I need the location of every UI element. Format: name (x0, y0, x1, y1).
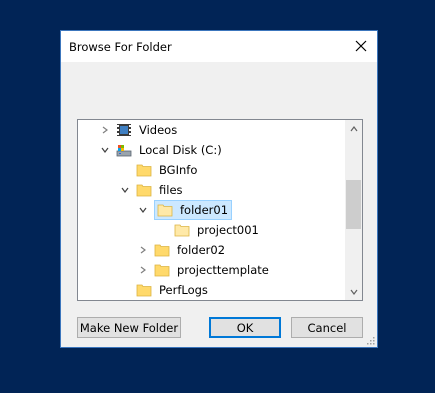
tree-item-files[interactable]: files (118, 180, 186, 200)
browse-for-folder-dialog: Browse For Folder Videos Local Disk (C:)… (60, 30, 378, 348)
tree-item-bginfo[interactable]: BGInfo (118, 160, 200, 180)
tree-item-label: Local Disk (C:) (139, 143, 222, 157)
selection-highlight: folder01 (154, 200, 233, 220)
tree-item-project001[interactable]: project001 (156, 220, 262, 240)
tree-item-label: Videos (139, 123, 178, 137)
folder-icon (154, 242, 170, 258)
title-bar[interactable]: Browse For Folder (61, 31, 377, 62)
tree-item-label: project001 (197, 223, 259, 237)
chevron-right-icon[interactable] (136, 260, 150, 280)
scroll-down-button[interactable] (345, 283, 362, 300)
tree-item-label: projecttemplate (177, 263, 269, 277)
folder-icon (136, 182, 152, 198)
tree-item-local-disk[interactable]: Local Disk (C:) (98, 140, 225, 160)
close-icon (355, 40, 367, 52)
tree-item-label: folder02 (177, 243, 226, 257)
make-new-folder-button[interactable]: Make New Folder (77, 317, 181, 338)
folder-icon (174, 222, 190, 238)
tree-item-perflogs[interactable]: PerfLogs (118, 280, 211, 300)
tree-item-label: folder01 (180, 203, 229, 217)
tree-item-projecttemplate[interactable]: projecttemplate (136, 260, 272, 280)
tree-item-label: files (159, 183, 183, 197)
dialog-title: Browse For Folder (69, 40, 172, 54)
folder-icon (136, 162, 152, 178)
folder-open-icon (157, 202, 173, 218)
cancel-label: Cancel (307, 320, 347, 335)
tree-item-videos[interactable]: Videos (98, 120, 180, 140)
chevron-right-icon[interactable] (136, 240, 150, 260)
vertical-scrollbar[interactable] (345, 120, 362, 300)
scroll-thumb[interactable] (346, 180, 361, 229)
drive-icon (116, 142, 132, 158)
make-new-folder-label: Make New Folder (79, 320, 179, 335)
chevron-down-icon (350, 289, 357, 295)
videos-icon (116, 122, 132, 138)
chevron-down-icon[interactable] (118, 180, 132, 200)
folder-icon (136, 282, 152, 298)
scroll-up-button[interactable] (345, 120, 362, 137)
chevron-down-icon[interactable] (136, 200, 150, 220)
tree-item-folder02[interactable]: folder02 (136, 240, 228, 260)
resize-grip-icon[interactable] (365, 335, 375, 345)
tree-item-folder01[interactable]: folder01 (136, 200, 233, 220)
chevron-up-icon (350, 125, 357, 131)
folder-icon (154, 262, 170, 278)
cancel-button[interactable]: Cancel (291, 317, 363, 338)
folder-tree[interactable]: Videos Local Disk (C:) BGInfo files fold… (77, 119, 363, 301)
chevron-down-icon[interactable] (98, 140, 112, 160)
tree-item-label: BGInfo (159, 163, 198, 177)
close-button[interactable] (345, 31, 377, 61)
ok-button[interactable]: OK (209, 317, 281, 338)
ok-label: OK (236, 320, 254, 335)
chevron-right-icon[interactable] (98, 120, 112, 140)
tree-item-label: PerfLogs (159, 283, 208, 297)
